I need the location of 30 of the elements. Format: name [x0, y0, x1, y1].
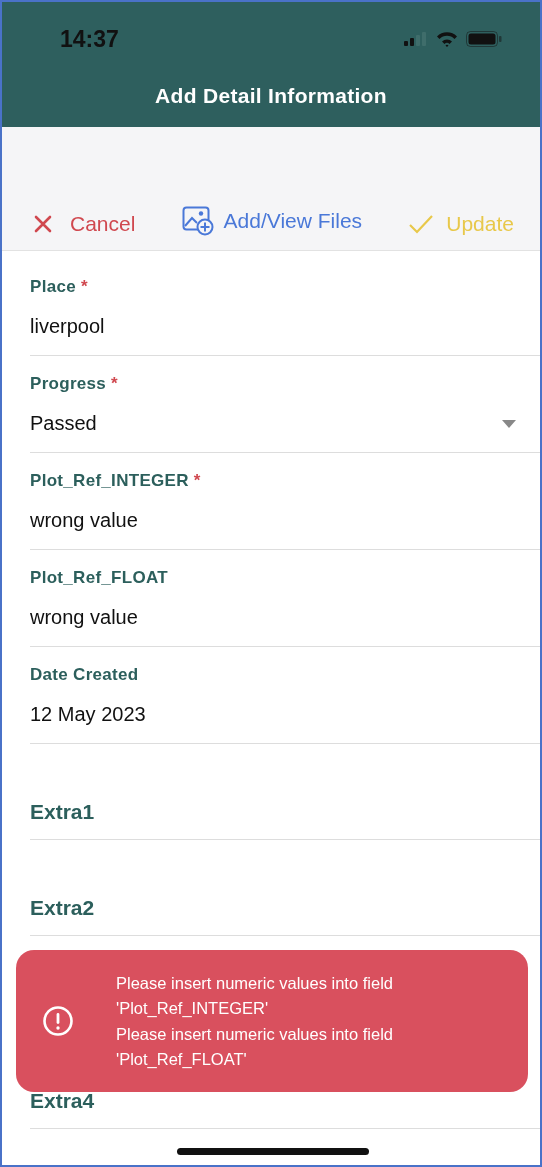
error-message: Please insert numeric values into field 'Plot_Ref_FLOAT'	[116, 1024, 394, 1070]
status-time: 14:37	[60, 25, 119, 53]
field-label: Extra1	[30, 800, 95, 824]
battery-icon	[466, 31, 502, 47]
signal-icon	[404, 32, 428, 46]
field-label: Place	[30, 277, 76, 297]
error-message: Please insert numeric values into field 'Plot_Ref_INTEGER'	[116, 973, 394, 1019]
image-add-icon	[181, 206, 214, 236]
field-label: Progress	[30, 374, 107, 394]
check-icon	[408, 214, 435, 234]
page-title: Add Detail Information	[154, 84, 388, 108]
field-label: Extra4	[30, 1089, 95, 1113]
field-label: Plot_Ref_INTEGER	[30, 471, 189, 491]
alert-icon	[42, 1005, 74, 1037]
close-icon	[34, 215, 52, 233]
wifi-icon	[436, 31, 458, 47]
files-button[interactable]: Add/View Files	[181, 206, 363, 236]
dropdown-field[interactable]: Passed	[30, 412, 540, 435]
input-field[interactable]: 12 May 2023	[30, 703, 540, 726]
field-label: Extra2	[30, 896, 95, 920]
input-field[interactable]: wrong value	[30, 606, 540, 629]
required-mark: *	[80, 277, 88, 297]
field-label: Date Created	[30, 665, 139, 685]
caret-icon	[502, 419, 516, 428]
cancel-button[interactable]: Cancel	[34, 212, 136, 236]
input-field[interactable]: liverpool	[30, 315, 540, 338]
field-label: Plot_Ref_FLOAT	[30, 568, 168, 588]
input-field[interactable]: wrong value	[30, 509, 540, 532]
required-mark: *	[111, 374, 118, 394]
required-mark: *	[193, 471, 201, 491]
